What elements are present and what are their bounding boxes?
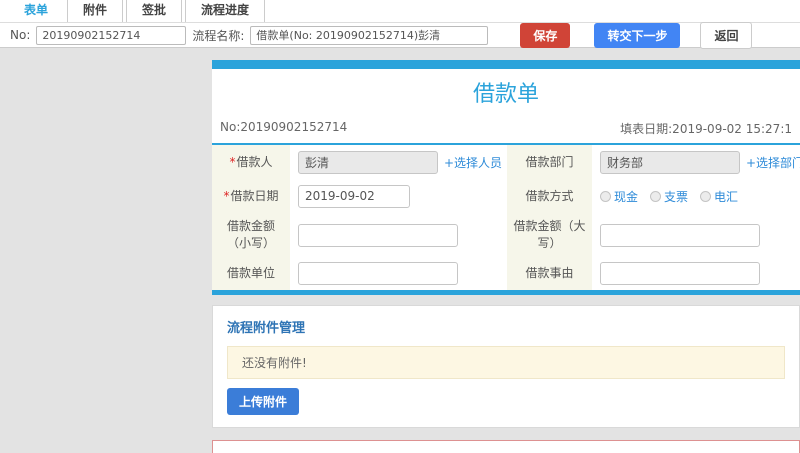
process-name-input[interactable] <box>250 25 489 45</box>
attachment-panel: 流程附件管理 还没有附件! 上传附件 <box>212 305 800 428</box>
no-input[interactable] <box>36 25 187 45</box>
tab-approval[interactable]: 签批 <box>126 0 183 22</box>
department-label: 借款部门 <box>507 145 592 179</box>
loan-method-label: 借款方式 <box>507 179 592 213</box>
panel-bottom-bar <box>212 290 800 295</box>
process-name-label: 流程名称: <box>192 28 245 43</box>
loan-reason-label: 借款事由 <box>507 257 592 290</box>
loan-unit-label: 借款单位 <box>212 257 290 290</box>
borrower-input[interactable] <box>298 150 438 174</box>
page-title: 借款单 <box>472 82 539 107</box>
tab-process-progress[interactable]: 流程进度 <box>185 0 266 22</box>
amount-lower-label: 借款金额（小写） <box>212 213 290 257</box>
top-bar: 表单 附件 签批 流程进度 No: 流程名称: 保存 转交下一步 返回 <box>0 0 800 49</box>
tab-form[interactable]: 表单 <box>8 0 65 22</box>
amount-upper-label: 借款金额（大写） <box>507 213 592 257</box>
form-grid: *借款人 +选择人员 借款部门 +选择部门 *借款日期 借款方式 <box>212 145 800 290</box>
doc-number: No:20190902152714 <box>220 120 348 134</box>
tab-bar: 表单 附件 签批 流程进度 <box>0 0 800 23</box>
department-input[interactable] <box>600 150 740 174</box>
back-button[interactable]: 返回 <box>700 21 753 49</box>
loan-method-field: 现金 支票 电汇 <box>592 179 800 213</box>
radio-cash[interactable]: 现金 <box>600 188 638 205</box>
loan-unit-field <box>290 257 507 290</box>
no-attachment-notice: 还没有附件! <box>227 346 785 379</box>
borrower-label: *借款人 <box>212 145 290 179</box>
radio-icon[interactable] <box>650 190 662 202</box>
radio-cheque[interactable]: 支票 <box>650 188 688 205</box>
save-button[interactable]: 保存 <box>520 22 571 48</box>
loan-form-panel: 借款单 No:20190902152714 填表日期:2019-09-02 15… <box>212 60 800 295</box>
panel-top-bar <box>212 60 800 69</box>
tab-attachment[interactable]: 附件 <box>67 0 124 22</box>
fill-date: 填表日期:2019-09-02 15:27:1 <box>620 122 792 136</box>
borrower-field: +选择人员 <box>290 145 507 179</box>
amount-lower-input[interactable] <box>298 223 458 247</box>
select-person-link[interactable]: +选择人员 <box>444 154 502 171</box>
amount-upper-field <box>592 213 800 257</box>
radio-icon[interactable] <box>700 190 712 202</box>
no-label: No: <box>10 28 31 42</box>
approval-panel: 流程签批意见 B I abc ⌫ ∞ ∞ ⚑ ☰ ☰ ⇤ ⇥ ” 样式 <box>212 440 800 453</box>
radio-wire[interactable]: 电汇 <box>700 188 738 205</box>
loan-reason-input[interactable] <box>600 262 760 285</box>
loan-date-input[interactable] <box>298 184 410 208</box>
loan-date-field <box>290 179 507 213</box>
department-field: +选择部门 <box>592 145 800 179</box>
next-step-button[interactable]: 转交下一步 <box>594 22 681 48</box>
upload-attachment-button[interactable]: 上传附件 <box>227 388 300 415</box>
select-department-link[interactable]: +选择部门 <box>746 154 800 171</box>
doc-meta-row: No:20190902152714 填表日期:2019-09-02 15:27:… <box>212 116 800 145</box>
loan-unit-input[interactable] <box>298 262 458 285</box>
command-bar: No: 流程名称: 保存 转交下一步 返回 <box>0 21 800 49</box>
loan-reason-field <box>592 257 800 290</box>
radio-icon[interactable] <box>600 190 611 202</box>
attachment-title: 流程附件管理 <box>227 321 306 336</box>
amount-upper-input[interactable] <box>600 223 760 247</box>
amount-lower-field <box>290 213 507 257</box>
main-content: 借款单 No:20190902152714 填表日期:2019-09-02 15… <box>212 60 800 453</box>
loan-date-label: *借款日期 <box>212 179 290 213</box>
